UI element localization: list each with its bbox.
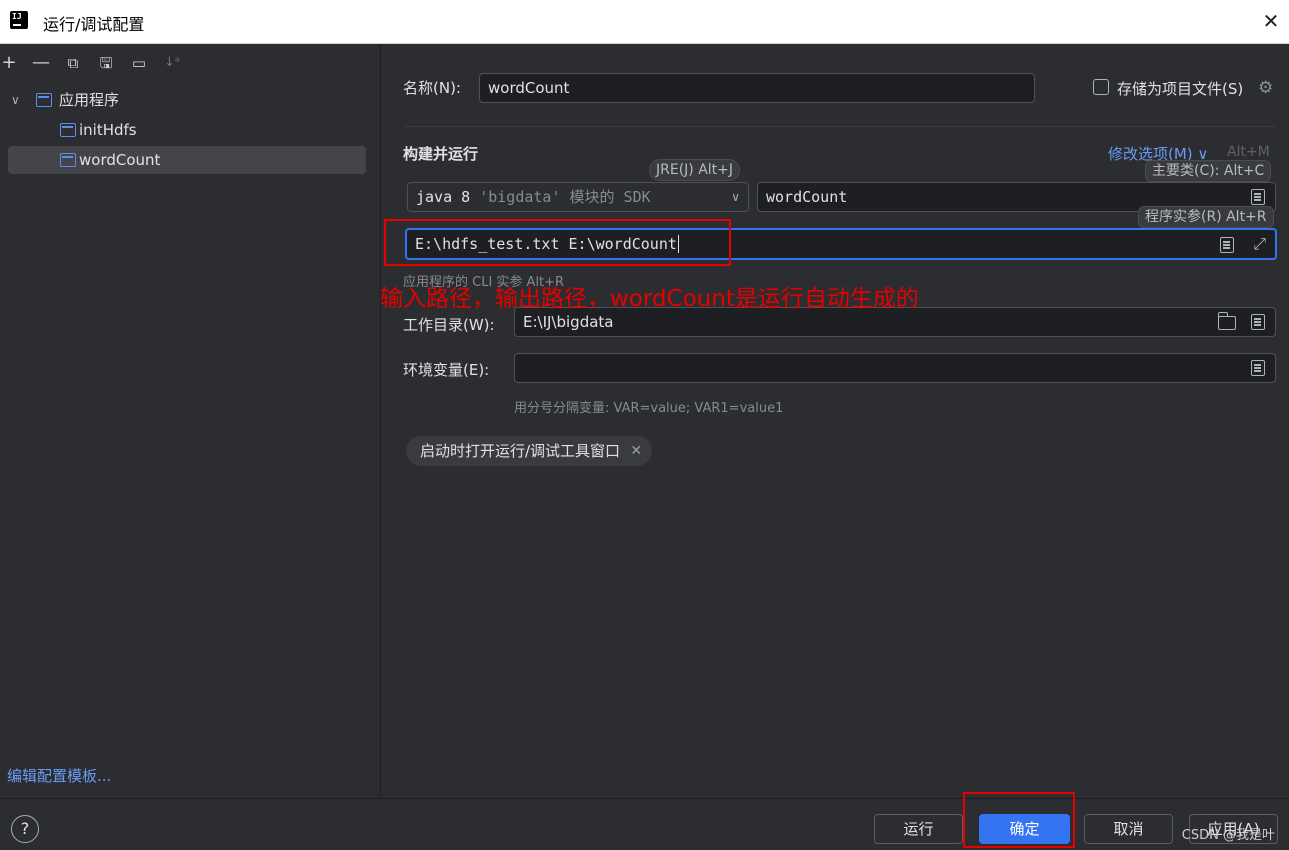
- tag-label: 启动时打开运行/调试工具窗口: [420, 442, 621, 460]
- tree-group-label: 应用程序: [59, 91, 120, 109]
- tree-group-application[interactable]: ∨ 应用程序: [0, 86, 370, 114]
- sdk-select[interactable]: java 8 'bigdata' 模块的 SDK ∨: [407, 182, 749, 212]
- chevron-down-icon: ∨: [731, 190, 740, 204]
- workdir-label: 工作目录(W):: [403, 316, 495, 334]
- remove-tag-icon[interactable]: ✕: [630, 436, 642, 466]
- main-class-hint: 主要类(C): Alt+C: [1145, 160, 1272, 182]
- sort-icon[interactable]: ↓ᵃ: [161, 52, 183, 74]
- name-input[interactable]: wordCount: [479, 73, 1035, 103]
- intellij-logo-icon: IJ: [8, 9, 30, 31]
- env-label: 环境变量(E):: [403, 361, 490, 379]
- store-project-label: 存储为项目文件(S): [1117, 80, 1244, 98]
- cancel-button[interactable]: 取消: [1084, 814, 1173, 844]
- expand-icon[interactable]: ⤢: [1253, 230, 1266, 258]
- application-icon: [60, 153, 76, 167]
- copy-icon[interactable]: ⧉: [62, 52, 84, 74]
- divider: [403, 126, 1276, 127]
- new-folder-icon[interactable]: ▭: [128, 52, 150, 74]
- highlight-box-ok: [963, 792, 1075, 848]
- close-icon[interactable]: ✕: [1259, 9, 1283, 33]
- application-icon: [36, 93, 52, 107]
- edit-templates-link[interactable]: 编辑配置模板...: [7, 765, 111, 786]
- open-tool-window-tag[interactable]: 启动时打开运行/调试工具窗口 ✕: [406, 436, 653, 466]
- folder-icon[interactable]: [1217, 312, 1236, 330]
- section-build-run: 构建并运行: [403, 145, 479, 163]
- tree-toolbar: + — ⧉ 🖫 ▭ ↓ᵃ: [0, 50, 381, 78]
- modify-options-shortcut: Alt+M: [1227, 144, 1270, 160]
- application-icon: [60, 123, 76, 137]
- name-label: 名称(N):: [403, 79, 461, 97]
- tree-item-label: initHdfs: [79, 121, 137, 139]
- config-form: 名称(N): wordCount 存储为项目文件(S) ⚙ 构建并运行 修改选项…: [382, 44, 1289, 798]
- env-hint: 用分号分隔变量: VAR=value; VAR1=value1: [514, 401, 784, 416]
- jre-hint: JRE(J) Alt+J: [649, 159, 741, 181]
- env-input[interactable]: [514, 353, 1276, 383]
- env-edit-icon[interactable]: [1251, 360, 1265, 376]
- window-title: 运行/调试配置: [43, 15, 145, 34]
- save-icon[interactable]: 🖫: [95, 52, 117, 74]
- annotation-text: 输入路径，输出路径，wordCount是运行自动生成的: [380, 286, 919, 312]
- tree-item-inithdfs[interactable]: initHdfs: [8, 116, 366, 144]
- store-project-checkbox[interactable]: [1093, 79, 1109, 95]
- footer-bar: ? 运行 确定 取消 应用(A) CSDN @我是叶: [0, 798, 1289, 850]
- chevron-down-icon[interactable]: ∨: [11, 86, 20, 114]
- program-args-hint: 程序实参(R) Alt+R: [1138, 206, 1274, 228]
- title-bar: IJ 运行/调试配置 ✕: [0, 0, 1289, 44]
- sdk-suffix: 'bigdata' 模块的 SDK: [479, 188, 651, 206]
- sdk-value: java 8: [416, 188, 471, 206]
- gear-icon[interactable]: ⚙: [1258, 78, 1273, 98]
- browse-icon[interactable]: [1251, 189, 1265, 205]
- add-icon[interactable]: +: [0, 52, 20, 74]
- tree-item-label: wordCount: [79, 151, 161, 169]
- expand-text-icon[interactable]: [1220, 237, 1234, 253]
- tree-item-wordcount[interactable]: wordCount: [8, 146, 366, 174]
- run-button[interactable]: 运行: [874, 814, 963, 844]
- config-tree-panel: + — ⧉ 🖫 ▭ ↓ᵃ ∨ 应用程序 initHdfs wordCount 编…: [0, 44, 381, 798]
- help-icon[interactable]: ?: [11, 815, 39, 843]
- main-class-value: wordCount: [766, 188, 848, 206]
- watermark: CSDN @我是叶: [1181, 828, 1275, 843]
- macro-icon[interactable]: [1251, 314, 1265, 330]
- highlight-box-args: [384, 219, 731, 266]
- remove-icon[interactable]: —: [30, 52, 52, 74]
- workdir-value: E:\IJ\bigdata: [523, 313, 614, 331]
